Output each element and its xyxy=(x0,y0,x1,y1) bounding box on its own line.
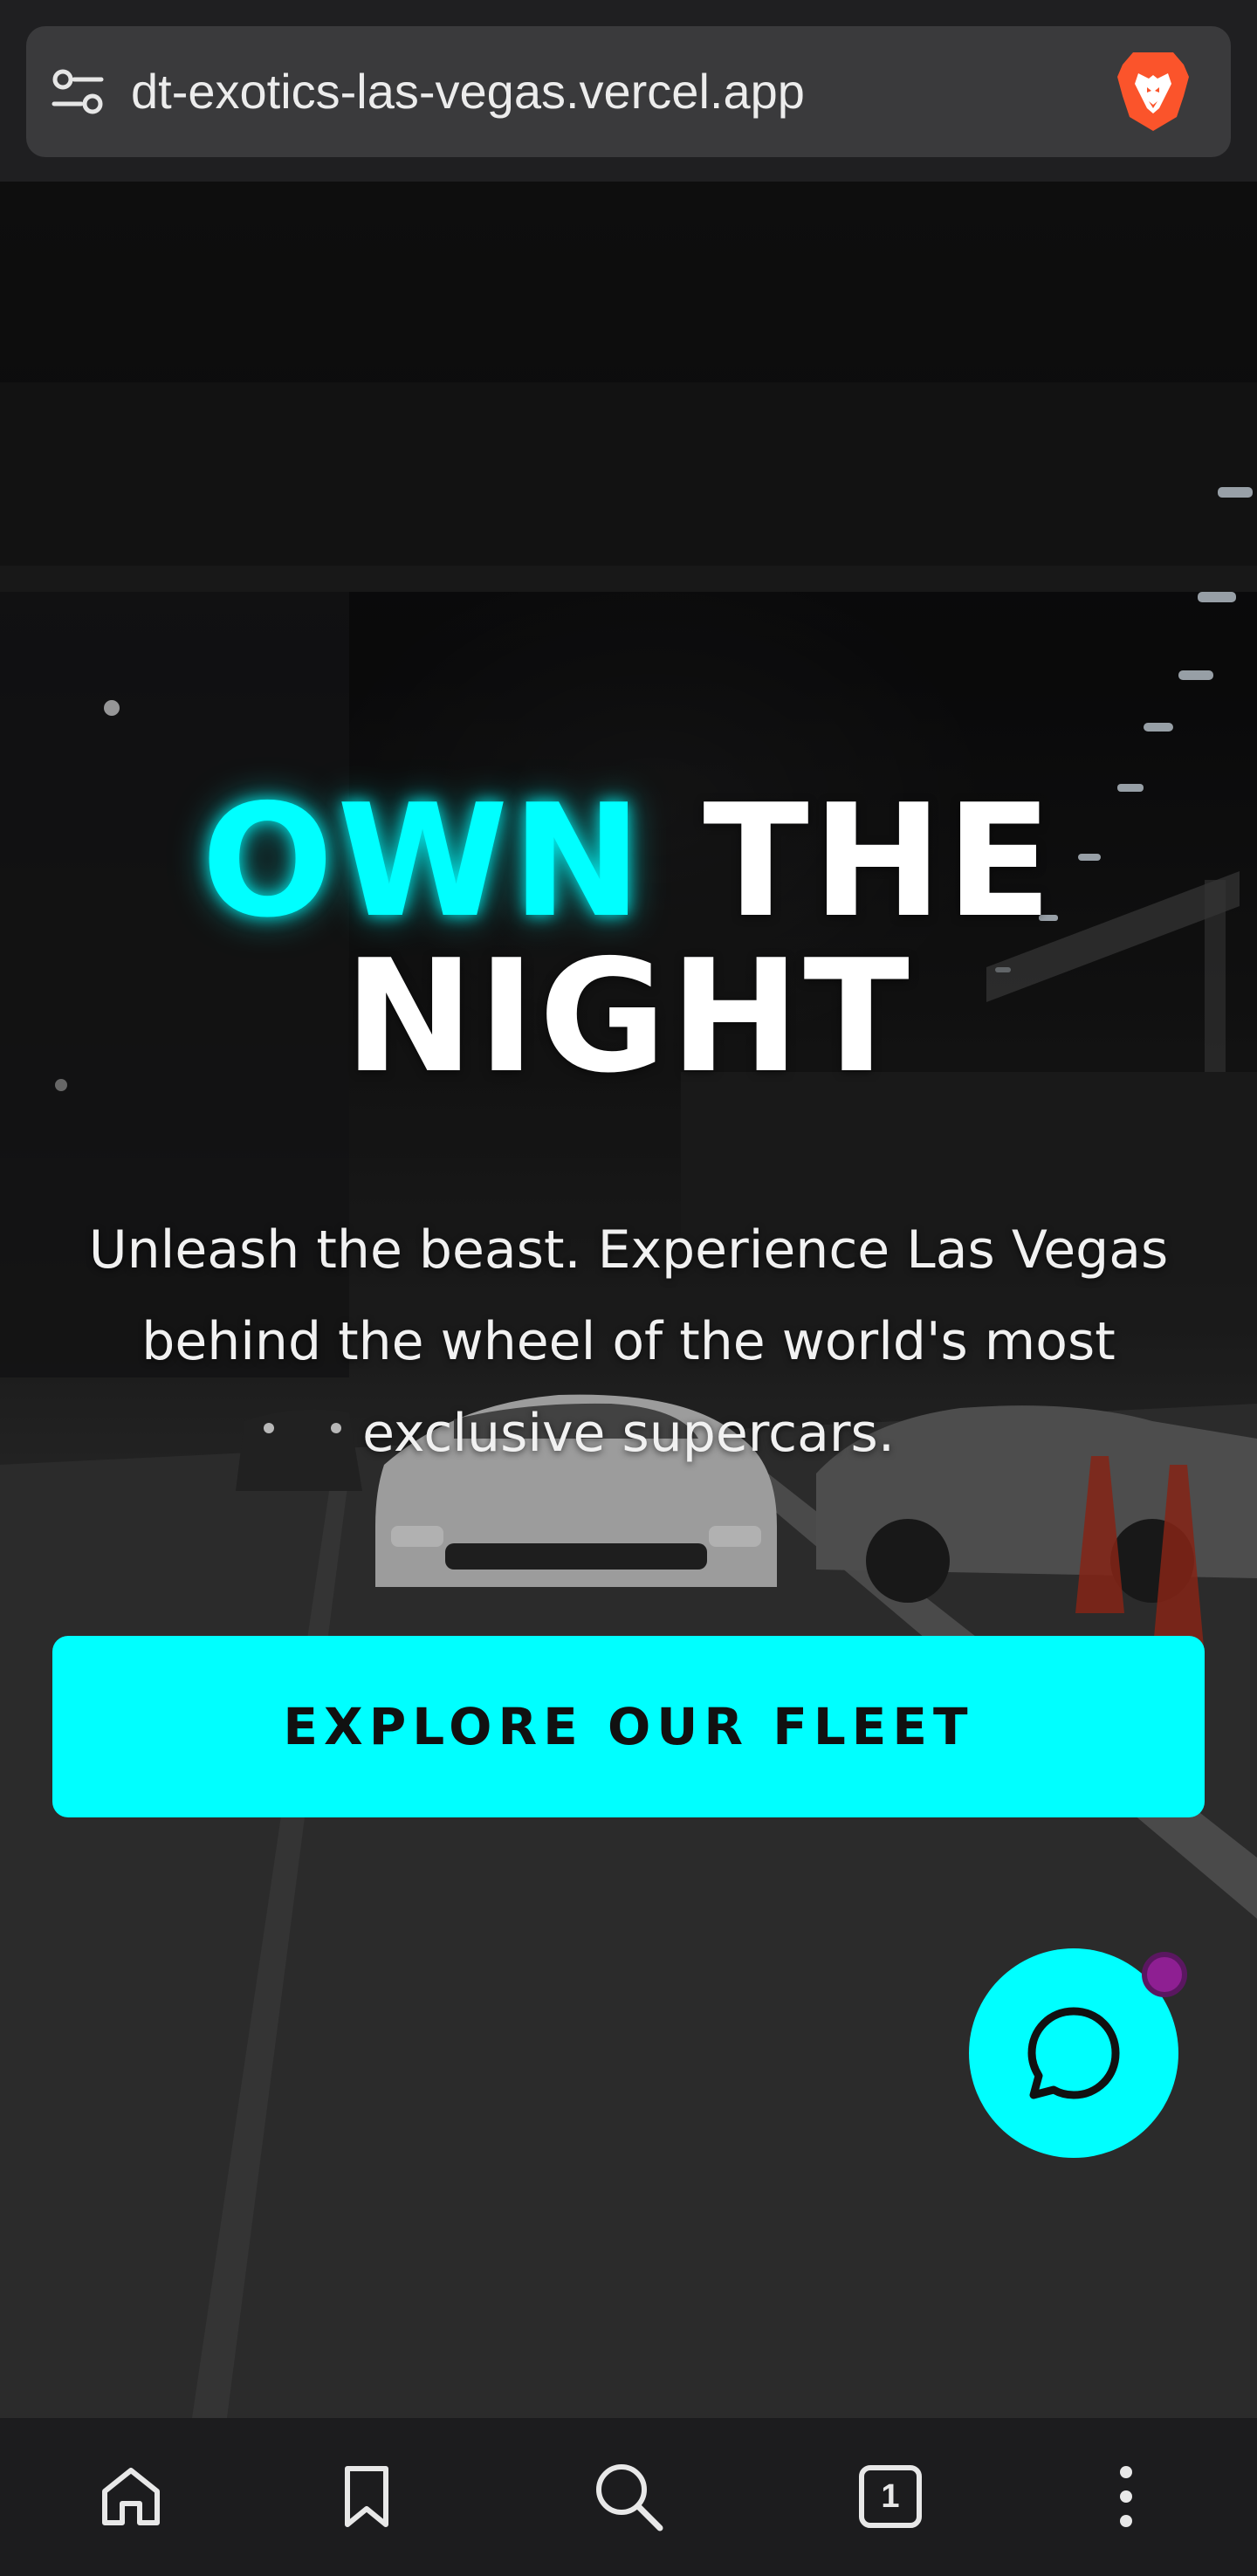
chat-bubble-icon xyxy=(1027,2007,1120,2099)
headline-word-the: THE xyxy=(703,771,1056,951)
hero-subtitle: Unleash the beast. Experience Las Vegas … xyxy=(88,1219,1169,1464)
headline-accent-word: OWN xyxy=(201,771,646,951)
bookmarks-button[interactable] xyxy=(323,2453,410,2540)
headline-word-night: NIGHT xyxy=(344,926,913,1107)
brave-lion-icon[interactable] xyxy=(1116,47,1191,134)
home-icon xyxy=(102,2468,160,2525)
chat-notification-badge xyxy=(1142,1952,1187,1997)
browser-toolbar: dt-exotics-las-vegas.vercel.app xyxy=(0,0,1257,182)
more-menu-button[interactable] xyxy=(1082,2453,1170,2540)
browser-bottom-nav: 1 xyxy=(0,2418,1257,2576)
tab-count: 1 xyxy=(881,2477,900,2515)
more-vertical-icon xyxy=(1120,2466,1132,2527)
site-settings-icon[interactable] xyxy=(51,65,105,119)
home-button[interactable] xyxy=(87,2453,175,2540)
tabs-button[interactable]: 1 xyxy=(847,2453,934,2540)
bookmark-icon xyxy=(345,2466,388,2527)
search-icon xyxy=(596,2464,663,2531)
search-button[interactable] xyxy=(585,2453,672,2540)
hero-headline: OWN THE NIGHT xyxy=(0,784,1257,1095)
url-text[interactable]: dt-exotics-las-vegas.vercel.app xyxy=(131,63,805,120)
explore-fleet-button[interactable]: EXPLORE OUR FLEET xyxy=(52,1636,1205,1817)
